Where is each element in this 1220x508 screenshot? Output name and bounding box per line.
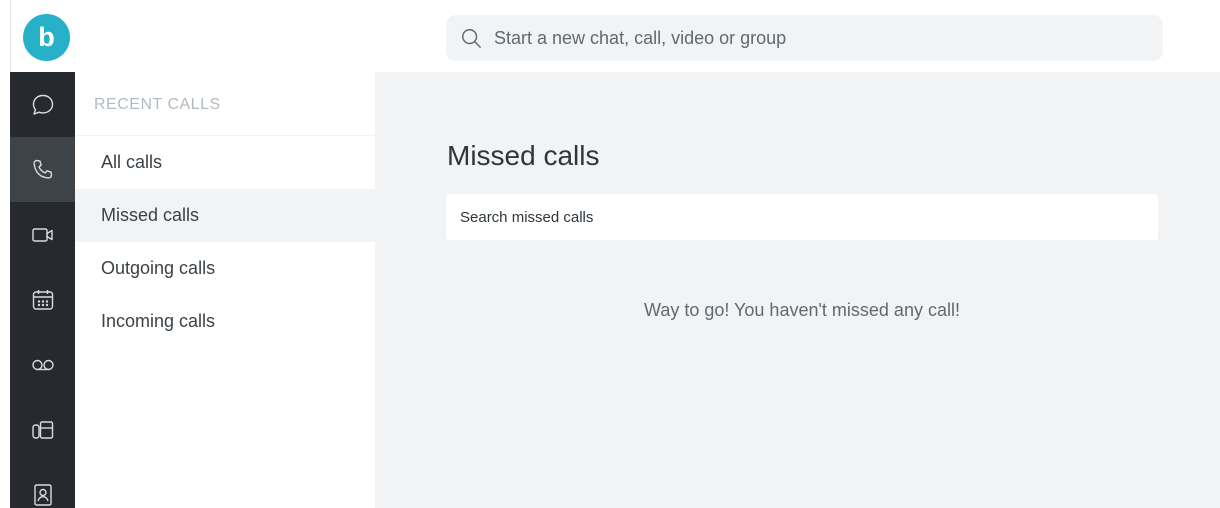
missed-calls-search-input[interactable] [460, 208, 1140, 226]
rail-item-calendar[interactable] [10, 267, 75, 332]
calendar-icon [32, 289, 53, 310]
topbar-divider [10, 0, 11, 72]
missed-calls-search-box[interactable] [446, 194, 1158, 240]
search-icon [462, 29, 481, 48]
rail-item-contacts[interactable] [10, 462, 75, 508]
rail-item-calls[interactable] [10, 137, 75, 202]
main-panel: Missed calls Way to go! You haven't miss… [375, 72, 1220, 508]
subnav-item-incoming-calls[interactable]: Incoming calls [75, 295, 375, 348]
subnav-item-outgoing-calls[interactable]: Outgoing calls [75, 242, 375, 295]
icon-rail [10, 72, 75, 508]
voicemail-icon [31, 359, 54, 370]
desk-phone-icon [31, 420, 53, 439]
subnav-header: RECENT CALLS [75, 72, 375, 136]
video-camera-icon [31, 227, 53, 242]
chat-bubble-icon [32, 94, 53, 115]
app-window: b Start a new chat, call, video or group… [0, 0, 1220, 508]
global-search-input[interactable] [494, 27, 1134, 49]
rail-item-voicemail[interactable] [10, 332, 75, 397]
rail-item-devices[interactable] [10, 397, 75, 462]
subnav-item-missed-calls[interactable]: Missed calls [75, 189, 375, 242]
recent-calls-nav: RECENT CALLS All calls Missed calls Outg… [75, 72, 375, 508]
subnav-item-all-calls[interactable]: All calls [75, 136, 375, 189]
phone-icon [32, 159, 52, 179]
rail-item-chat[interactable] [10, 72, 75, 137]
brand-logo[interactable]: b [23, 14, 70, 61]
top-bar: b [0, 0, 1220, 72]
rail-item-video[interactable] [10, 202, 75, 267]
contact-book-icon [33, 483, 52, 506]
empty-state-message: Way to go! You haven't missed any call! [644, 300, 960, 320]
page-title: Missed calls [447, 140, 600, 171]
global-search-box[interactable] [446, 15, 1163, 61]
